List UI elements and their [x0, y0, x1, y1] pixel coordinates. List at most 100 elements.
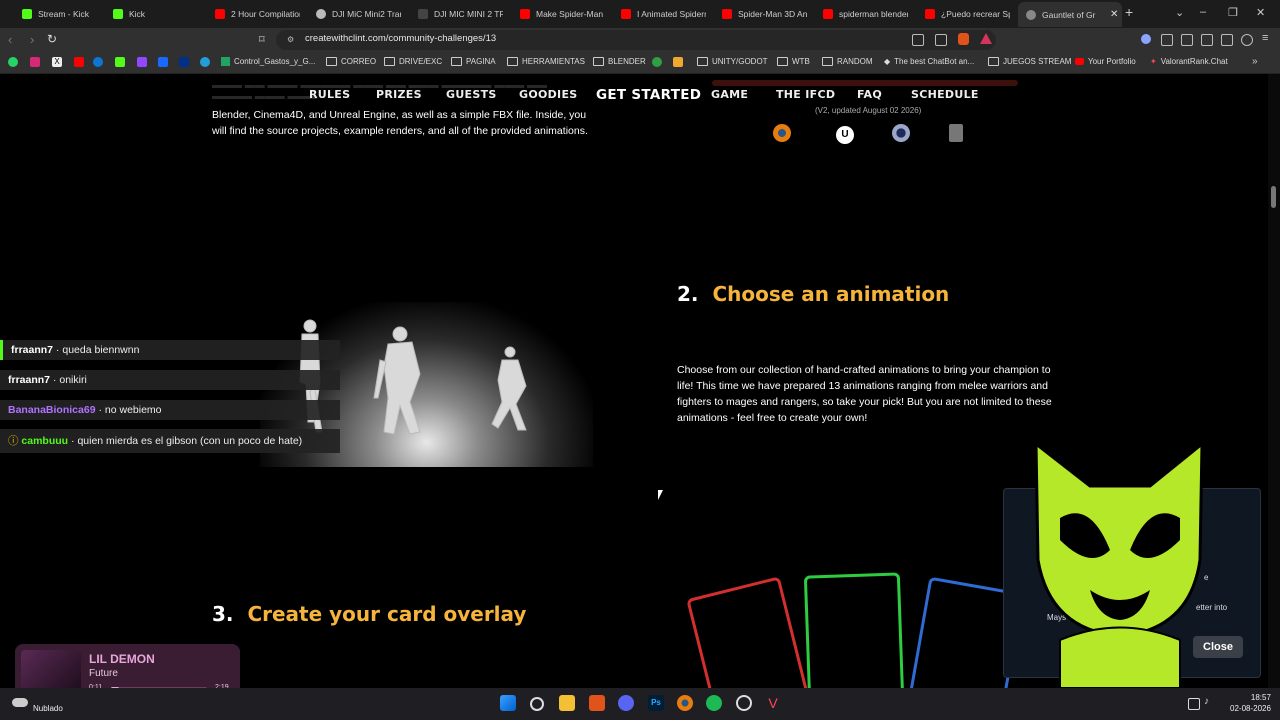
new-tab-button[interactable]: +: [1125, 4, 1133, 20]
extension-bookmark-icon[interactable]: [673, 57, 683, 67]
weather-label[interactable]: Nublado: [33, 704, 63, 713]
photoshop-icon[interactable]: Ps: [648, 695, 664, 711]
back-icon[interactable]: ‹: [8, 32, 12, 47]
tab-search-button[interactable]: ⌄: [1175, 6, 1184, 19]
brave-browser-icon[interactable]: [589, 695, 605, 711]
network-icon[interactable]: [1188, 698, 1200, 710]
unreal-icon[interactable]: U: [834, 124, 856, 146]
behance-bookmark-icon[interactable]: [158, 57, 168, 67]
nav-game[interactable]: GAME: [711, 88, 748, 101]
scrollbar-thumb[interactable]: [1271, 186, 1276, 208]
bookmark-valorant[interactable]: ✦ ValorantRank.Chat: [1150, 57, 1228, 66]
vpn-icon[interactable]: [1241, 34, 1253, 46]
folder-icon: [988, 57, 999, 66]
x-bookmark-icon[interactable]: X: [52, 57, 62, 67]
blender-icon[interactable]: [773, 124, 791, 142]
bookmark-control-gastos[interactable]: Control_Gastos_y_G...: [221, 57, 315, 66]
minimize-button[interactable]: –: [1200, 6, 1206, 18]
reader-icon[interactable]: [935, 34, 947, 46]
more-bookmarks-icon[interactable]: »: [1252, 56, 1258, 67]
system-clock[interactable]: 18:57 02-08-2026: [1230, 692, 1271, 714]
discord-icon[interactable]: [618, 695, 634, 711]
bookmark-folder-wtb[interactable]: WTB: [777, 57, 810, 66]
reload-icon[interactable]: ↻: [47, 32, 57, 46]
bookmark-folder-pagina[interactable]: PAGINA: [451, 57, 496, 66]
forward-icon[interactable]: ›: [30, 32, 34, 47]
site-info-icon[interactable]: ⚙: [287, 35, 294, 44]
tab-dji-2[interactable]: DJI MIC MINI 2 TR: [418, 3, 503, 25]
nav-schedule[interactable]: SCHEDULE: [911, 88, 979, 101]
step1-text: Blender, Cinema4D, and Unreal Engine, as…: [212, 109, 588, 137]
tab-close-icon[interactable]: ✕: [1110, 9, 1118, 20]
folder-icon: [326, 57, 337, 66]
telegram-bookmark-icon[interactable]: [200, 57, 210, 67]
brave-shields-icon[interactable]: [958, 33, 969, 45]
bookmark-folder-correo[interactable]: CORREO: [326, 57, 376, 66]
translate-icon[interactable]: [912, 34, 924, 46]
kick-favicon-icon: [113, 9, 123, 19]
maximize-button[interactable]: ❐: [1228, 6, 1238, 19]
volume-icon[interactable]: ♪: [1204, 696, 1209, 707]
tab-youtube-6[interactable]: ¿Puedo recrear Sp: [925, 3, 1010, 25]
bookmark-folder-unity[interactable]: UNITY/GODOT: [697, 57, 768, 66]
tab-youtube-2[interactable]: Make Spider-Man: [520, 3, 605, 25]
folder-icon: [697, 57, 708, 66]
nav-prizes[interactable]: PRIZES: [376, 88, 422, 101]
instagram-bookmark-icon[interactable]: [30, 57, 40, 67]
obs-icon[interactable]: [736, 695, 752, 711]
bookmark-folder-random[interactable]: RANDOM: [822, 57, 873, 66]
tab-active[interactable]: Gauntlet of Gr ✕: [1018, 2, 1122, 27]
chat-username: frraann7: [11, 344, 54, 356]
extensions-icon[interactable]: [1161, 34, 1173, 46]
blender-taskbar-icon[interactable]: [677, 695, 693, 711]
downloads-icon[interactable]: [1221, 34, 1233, 46]
kick-bookmark-icon[interactable]: [115, 57, 125, 67]
chat-text: quien mierda es el gibson (con un poco d…: [77, 435, 303, 447]
tab-youtube-3[interactable]: I Animated Spiderm: [621, 3, 706, 25]
step3-heading: 3. Create your card overlay: [212, 602, 526, 626]
profile-icon[interactable]: [1141, 34, 1151, 44]
youtube-favicon-icon: [925, 9, 935, 19]
paypal-bookmark-icon[interactable]: [179, 57, 189, 67]
tab-dji-1[interactable]: DJI MiC Mini2 Tran: [316, 3, 401, 25]
step2-heading: 2. Choose an animation: [677, 282, 949, 306]
nav-goodies[interactable]: GOODIES: [519, 88, 578, 101]
bookmark-folder-juegos[interactable]: JUEGOS STREAM: [988, 57, 1071, 66]
close-window-button[interactable]: ✕: [1256, 6, 1265, 19]
onedrive-bookmark-icon[interactable]: [93, 57, 103, 67]
tab-stream-kick[interactable]: Stream - Kick D: [22, 3, 92, 25]
chat-text: onikiri: [59, 374, 87, 386]
bookmark-portfolio[interactable]: Your Portfolio: [1075, 57, 1136, 66]
fbx-file-icon[interactable]: [949, 124, 963, 142]
nav-rules[interactable]: RULES: [309, 88, 350, 101]
file-explorer-icon[interactable]: [559, 695, 575, 711]
valorant-taskbar-icon[interactable]: V: [765, 695, 781, 711]
page-scrollbar[interactable]: [1268, 74, 1280, 688]
search-icon[interactable]: [530, 697, 544, 711]
bookmark-folder-herramientas[interactable]: HERRAMIENTAS: [507, 57, 585, 66]
bookmark-icon[interactable]: ⌑: [259, 33, 265, 46]
youtube-bookmark-icon[interactable]: [74, 57, 84, 67]
tab-kick[interactable]: Kick: [113, 3, 183, 25]
nav-faq[interactable]: FAQ: [857, 88, 882, 101]
tab-youtube-4[interactable]: Spider-Man 3D An: [722, 3, 807, 25]
windows-start-icon[interactable]: [500, 695, 516, 711]
nav-guests[interactable]: GUESTS: [446, 88, 497, 101]
nav-get-started[interactable]: GET STARTED: [596, 87, 701, 103]
extension-bookmark-icon[interactable]: [652, 57, 662, 67]
twitch-bookmark-icon[interactable]: [137, 57, 147, 67]
bookmark-folder-blender[interactable]: BLENDER: [593, 57, 646, 66]
url-text[interactable]: createwithclint.com/community-challenges…: [305, 33, 496, 44]
tab-youtube-1[interactable]: 2 Hour Compilation: [215, 3, 300, 25]
sidebar-icon[interactable]: [1181, 34, 1193, 46]
wallet-icon[interactable]: [1201, 34, 1213, 46]
cinema4d-icon[interactable]: [892, 124, 910, 142]
brave-rewards-icon[interactable]: [980, 33, 992, 44]
tab-youtube-5[interactable]: spiderman blender: [823, 3, 908, 25]
menu-icon[interactable]: ≡: [1262, 32, 1268, 44]
bookmark-folder-drive[interactable]: DRIVE/EXC: [384, 57, 442, 66]
bookmark-chatbot[interactable]: ◆ The best ChatBot an...: [884, 57, 974, 66]
nav-the-ifcd[interactable]: THE IFCD: [776, 88, 835, 101]
whatsapp-bookmark-icon[interactable]: [8, 57, 18, 67]
spotify-icon[interactable]: [706, 695, 722, 711]
